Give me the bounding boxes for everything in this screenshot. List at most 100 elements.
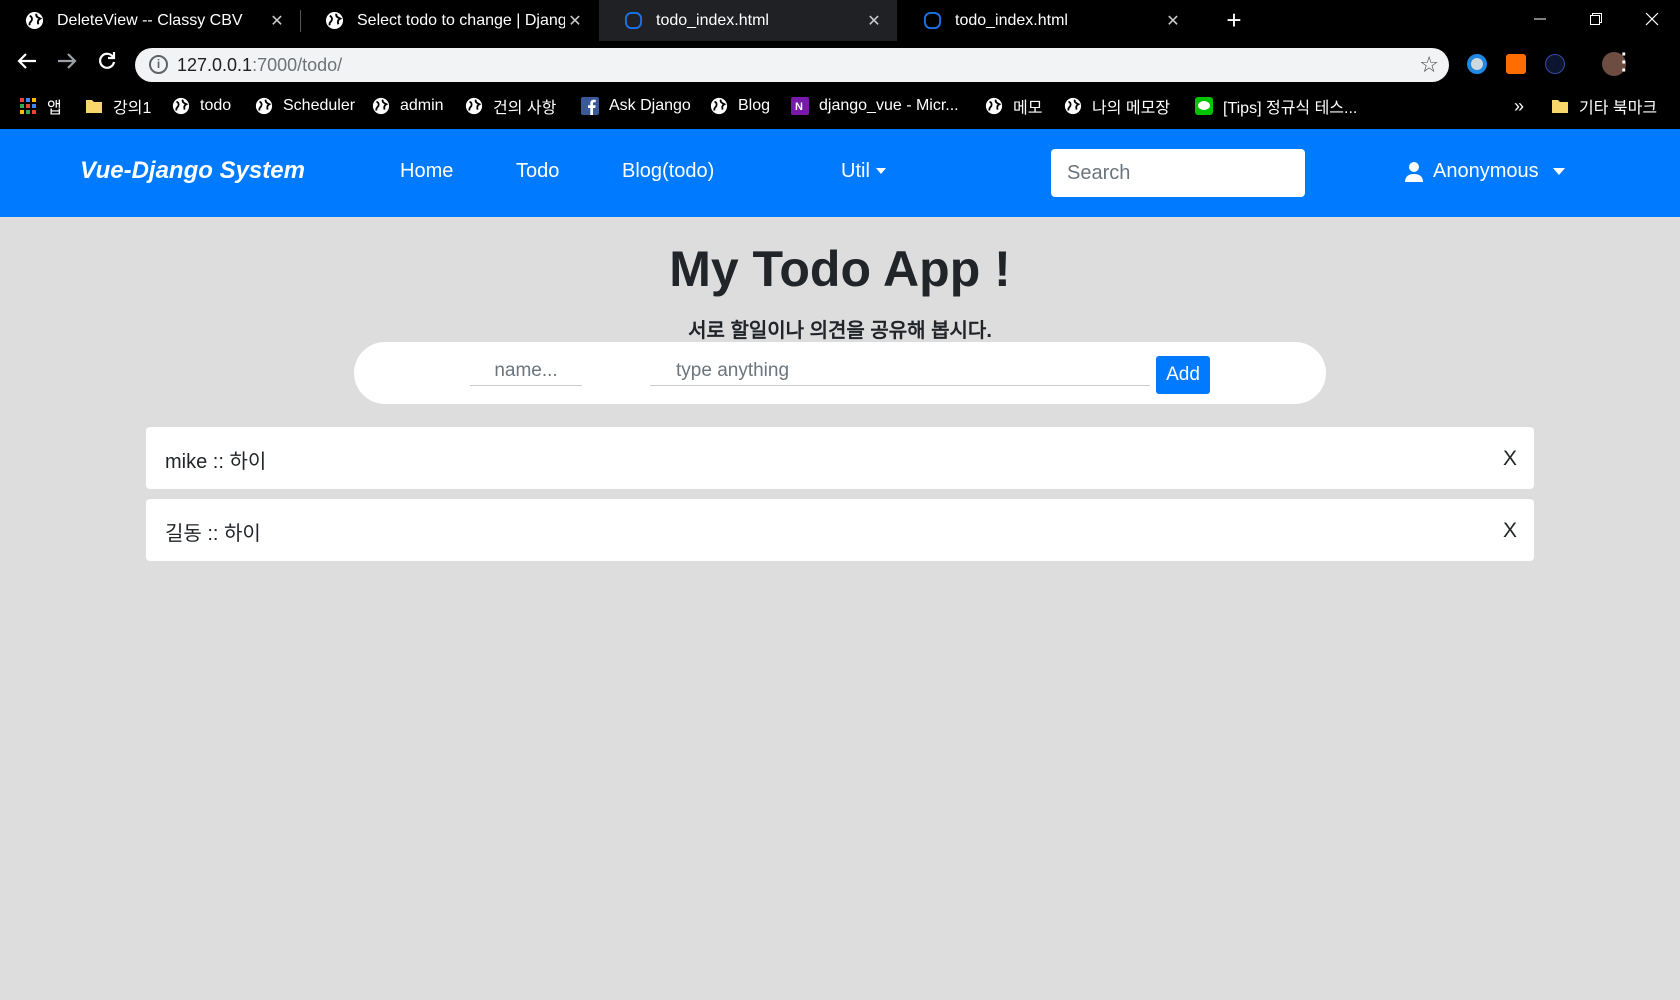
globe-icon — [255, 97, 273, 115]
tab-title: Select todo to change | Django — [357, 11, 565, 29]
bookmark-label: 앱 — [47, 100, 62, 117]
bookmark-item[interactable]: N django_vue - Micr... — [791, 94, 959, 118]
folder-icon — [1552, 100, 1568, 113]
user-icon — [1405, 161, 1423, 182]
add-button[interactable]: Add — [1156, 356, 1210, 394]
browser-toolbar: i 127.0.0.1:7000/todo/ ☆ · · · — [0, 41, 1680, 82]
bookmark-item[interactable]: 나의 메모장 — [1064, 94, 1170, 118]
minimize-window-icon[interactable] — [1512, 0, 1568, 38]
name-input[interactable] — [470, 356, 582, 386]
bookmark-item[interactable]: todo — [172, 94, 231, 118]
globe-icon — [1064, 97, 1082, 115]
todo-item: mike :: 하이 X — [146, 427, 1534, 489]
folder-icon — [86, 100, 102, 113]
user-menu[interactable]: Anonymous — [1405, 160, 1565, 183]
bookmark-label: Scheduler — [283, 97, 356, 114]
tab-title: DeleteView -- Classy CBV — [57, 11, 243, 29]
bookmark-item[interactable]: 강의1 — [85, 94, 151, 118]
extension-icon[interactable] — [1545, 54, 1565, 74]
chevron-down-icon — [1552, 168, 1565, 175]
app-navbar: Vue-Django System Home Todo Blog(todo) U… — [0, 129, 1680, 217]
bookmark-label: admin — [400, 97, 444, 114]
other-bookmarks-folder[interactable]: 기타 북마크 — [1551, 94, 1657, 118]
facebook-icon — [581, 97, 599, 115]
tab-title: todo_index.html — [955, 11, 1068, 29]
bookmark-label: todo — [200, 97, 232, 114]
nav-link-blog[interactable]: Blog(todo) — [622, 160, 714, 183]
bookmark-item[interactable]: Blog — [710, 94, 770, 118]
todo-text: 길동 :: 하이 — [165, 523, 261, 545]
todo-form: Add — [354, 342, 1326, 404]
navbar-brand[interactable]: Vue-Django System — [80, 157, 305, 185]
browser-tab[interactable]: Select todo to change | Django ✕ — [300, 0, 598, 41]
delete-todo-button[interactable]: X — [1503, 447, 1517, 471]
extension-icon[interactable] — [1467, 54, 1487, 74]
forward-icon[interactable] — [53, 47, 81, 75]
onenote-icon: N — [791, 97, 809, 115]
globe-icon — [325, 11, 344, 30]
bookmark-label: 메모 — [1013, 100, 1043, 117]
site-info-icon[interactable]: i — [149, 55, 168, 74]
bookmark-label: Blog — [738, 97, 771, 114]
bookmark-item[interactable]: [Tips] 정규식 테스... — [1195, 94, 1357, 118]
bookmark-label: 건의 사항 — [493, 100, 557, 117]
bookmark-item[interactable]: Scheduler — [255, 94, 355, 118]
bookmark-star-icon[interactable]: ☆ — [1419, 52, 1439, 78]
close-window-icon[interactable] — [1624, 0, 1680, 38]
browser-tab[interactable]: DeleteView -- Classy CBV ✕ — [0, 0, 300, 41]
todo-list: mike :: 하이 X 길동 :: 하이 X — [146, 427, 1534, 571]
browser-tab[interactable]: todo_index.html ✕ — [898, 0, 1196, 41]
page-icon — [624, 11, 643, 30]
apps-grid-icon — [20, 98, 36, 114]
globe-icon — [710, 97, 728, 115]
bookmarks-overflow-button[interactable]: » — [1514, 94, 1524, 118]
todo-text: mike :: 하이 — [165, 451, 267, 473]
new-tab-button[interactable]: + — [1222, 7, 1246, 33]
bookmark-item[interactable]: Ask Django — [581, 94, 691, 118]
bookmark-label: [Tips] 정규식 테스... — [1223, 100, 1358, 117]
url-path: :7000/todo/ — [252, 55, 343, 75]
delete-todo-button[interactable]: X — [1503, 519, 1517, 543]
close-tab-icon[interactable]: ✕ — [267, 11, 287, 31]
bookmark-item[interactable]: 건의 사항 — [465, 94, 556, 118]
tab-title: todo_index.html — [656, 11, 769, 29]
globe-icon — [372, 97, 390, 115]
globe-icon — [985, 97, 1003, 115]
user-name: Anonymous — [1433, 160, 1539, 182]
address-bar[interactable]: i 127.0.0.1:7000/todo/ ☆ — [135, 48, 1449, 82]
nav-dropdown-util[interactable]: Util — [841, 160, 886, 183]
extension-icon[interactable] — [1506, 54, 1526, 74]
svg-text:N: N — [795, 101, 803, 113]
bookmark-item[interactable]: admin — [372, 94, 444, 118]
browser-menu-icon[interactable]: · · · — [1621, 45, 1629, 81]
browser-tab-bar: DeleteView -- Classy CBV ✕ Select todo t… — [0, 0, 1680, 41]
page-subtitle: 서로 할일이나 의견을 공유해 봅시다. — [688, 320, 992, 342]
globe-icon — [25, 11, 44, 30]
url-text: 127.0.0.1:7000/todo/ — [177, 55, 342, 76]
close-tab-icon[interactable]: ✕ — [565, 11, 585, 31]
bookmark-item[interactable]: 앱 — [19, 94, 62, 118]
bookmark-label: Ask Django — [609, 97, 691, 114]
close-tab-icon[interactable]: ✕ — [1163, 11, 1183, 31]
todo-text-input[interactable] — [650, 356, 1150, 386]
bookmark-label: django_vue - Micr... — [819, 97, 959, 114]
back-icon[interactable] — [13, 47, 41, 75]
line-icon — [1195, 97, 1213, 115]
bookmarks-bar: 앱 강의1 todo Scheduler admin 건의 사항 Ask Dja… — [0, 82, 1680, 129]
bookmark-item[interactable]: 메모 — [985, 94, 1042, 118]
globe-icon — [172, 97, 190, 115]
nav-link-todo[interactable]: Todo — [516, 160, 559, 183]
todo-item: 길동 :: 하이 X — [146, 499, 1534, 561]
bookmark-label: 강의1 — [113, 100, 152, 117]
page-title: My Todo App ! — [669, 241, 1011, 297]
restore-window-icon[interactable] — [1568, 0, 1624, 38]
url-host: 127.0.0.1 — [177, 55, 253, 75]
search-input[interactable] — [1051, 149, 1305, 197]
nav-link-home[interactable]: Home — [400, 160, 453, 183]
browser-tab-active[interactable]: todo_index.html ✕ — [599, 0, 897, 41]
close-tab-icon[interactable]: ✕ — [864, 11, 884, 31]
page-icon — [923, 11, 942, 30]
globe-icon — [465, 97, 483, 115]
bookmark-label: 나의 메모장 — [1092, 100, 1171, 117]
reload-icon[interactable] — [93, 47, 121, 75]
